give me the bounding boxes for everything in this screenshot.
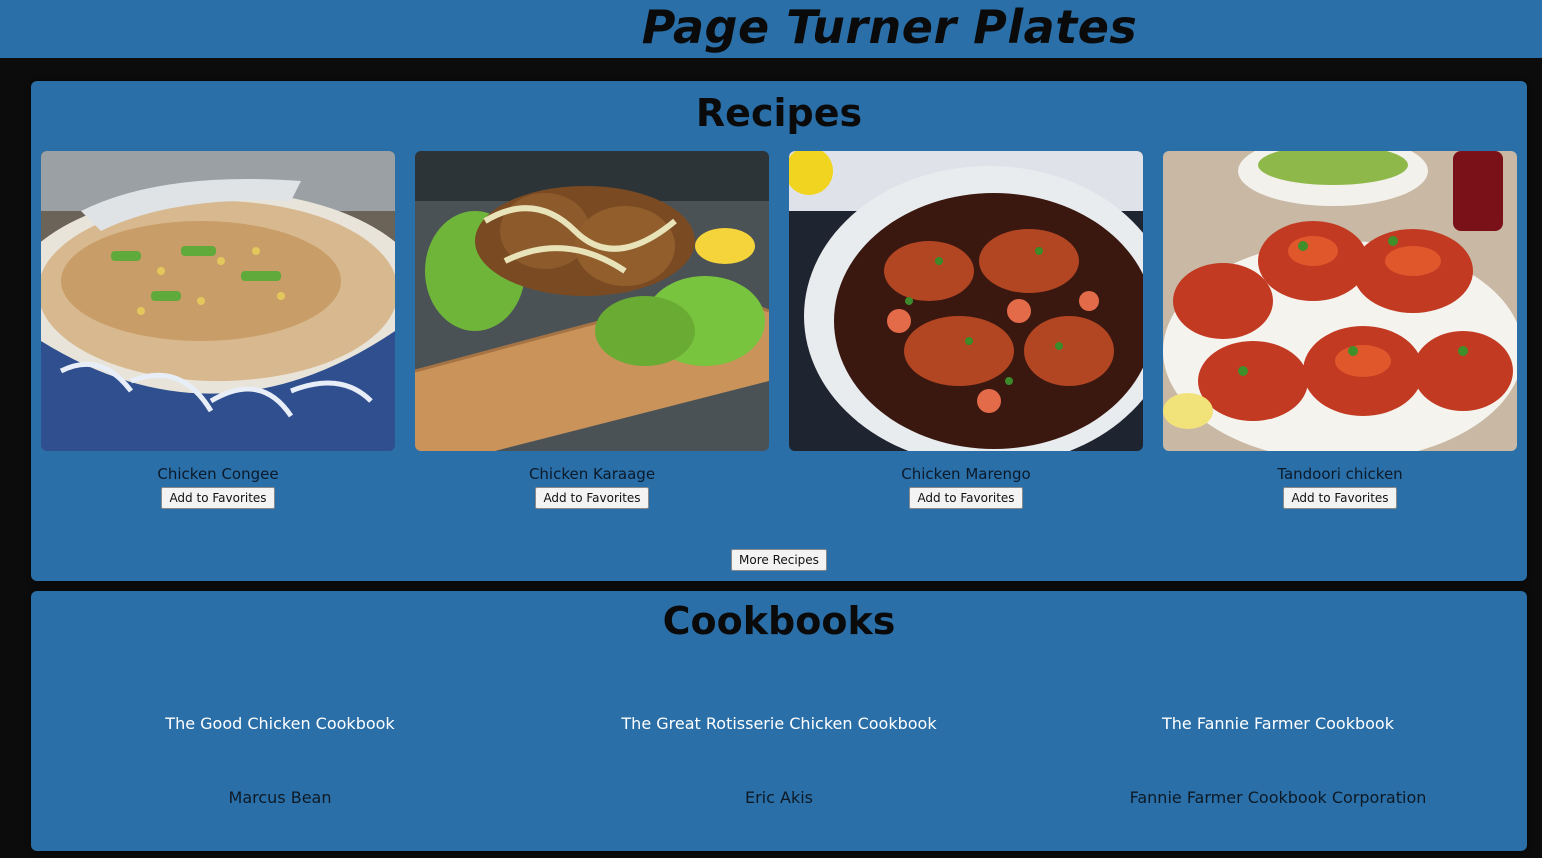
cookbook-title[interactable]: The Good Chicken Cookbook: [31, 714, 529, 733]
recipe-name: Chicken Karaage: [528, 465, 656, 483]
cookbooks-section: Cookbooks The Good Chicken Cookbook Marc…: [31, 591, 1527, 851]
cookbook-author: Eric Akis: [744, 788, 813, 807]
recipe-name: Chicken Congee: [157, 465, 279, 483]
cookbook-title[interactable]: The Fannie Farmer Cookbook: [1029, 714, 1527, 733]
site-header: Page Turner Plates: [0, 0, 1542, 58]
add-to-favorites-button[interactable]: Add to Favorites: [909, 487, 1023, 509]
cookbooks-heading: Cookbooks: [662, 599, 896, 643]
more-recipes-button[interactable]: More Recipes: [731, 549, 827, 571]
add-to-favorites-button[interactable]: Add to Favorites: [161, 487, 275, 509]
recipe-card: Tandoori chicken Add to Favorites: [1163, 151, 1517, 509]
recipe-card: Chicken Marengo Add to Favorites: [789, 151, 1143, 509]
recipe-name: Chicken Marengo: [901, 465, 1031, 483]
recipe-card: Chicken Karaage Add to Favorites: [415, 151, 769, 509]
recipes-heading: Recipes: [695, 91, 863, 135]
chicken-karaage-image[interactable]: [415, 151, 769, 451]
chicken-congee-image[interactable]: [41, 151, 395, 451]
cookbook-author: Fannie Farmer Cookbook Corporation: [1129, 788, 1427, 807]
recipe-name: Tandoori chicken: [1277, 465, 1403, 483]
chicken-marengo-image[interactable]: [789, 151, 1143, 451]
add-to-favorites-button[interactable]: Add to Favorites: [535, 487, 649, 509]
add-to-favorites-button[interactable]: Add to Favorites: [1283, 487, 1397, 509]
site-title: Page Turner Plates: [641, 0, 1138, 54]
cookbook-author: Marcus Bean: [228, 788, 332, 807]
cookbook-title[interactable]: The Great Rotisserie Chicken Cookbook: [530, 714, 1028, 733]
tandoori-chicken-image[interactable]: [1163, 151, 1517, 451]
recipe-card: Chicken Congee Add to Favorites: [41, 151, 395, 509]
recipes-section: Recipes Chicken Congee Add to Favorites …: [31, 81, 1527, 581]
